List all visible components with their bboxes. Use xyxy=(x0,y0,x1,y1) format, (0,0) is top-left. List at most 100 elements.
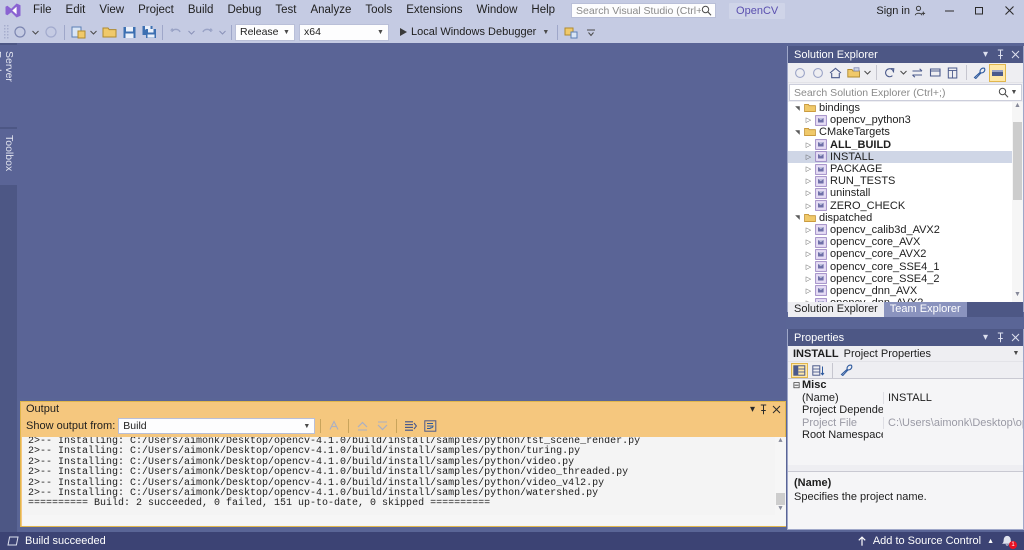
sidebar-item-server-explorer[interactable]: Server Explorer xyxy=(0,45,17,127)
chevron-right-icon[interactable]: ▷ xyxy=(803,177,814,185)
scroll-up-icon[interactable]: ▲ xyxy=(1012,102,1023,113)
tree-item[interactable]: ▷ ALL_BUILD xyxy=(788,139,1023,151)
property-row[interactable]: Root Namespace xyxy=(788,429,1023,442)
toolbar-grip-handle[interactable] xyxy=(2,24,10,40)
properties-window-icon[interactable] xyxy=(945,64,962,82)
show-all-files-dropdown-icon[interactable] xyxy=(863,64,872,82)
menu-item-test[interactable]: Test xyxy=(268,1,303,20)
chevron-right-icon[interactable]: ▷ xyxy=(803,165,814,173)
tree-item[interactable]: ◢ CMakeTargets xyxy=(788,126,1023,138)
new-project-button[interactable] xyxy=(68,22,88,42)
solution-configuration-combo[interactable]: Release ▼ xyxy=(235,23,295,41)
pin-icon[interactable] xyxy=(993,330,1008,346)
pin-icon[interactable] xyxy=(993,47,1008,63)
chevron-right-icon[interactable]: ▷ xyxy=(803,116,814,124)
property-value[interactable]: C:\Users\aimonk\Desktop\opencv-4.1 xyxy=(883,416,1023,429)
menu-item-build[interactable]: Build xyxy=(181,1,221,20)
notifications-button[interactable]: 1 xyxy=(1000,534,1017,549)
navigate-backward-button[interactable] xyxy=(10,22,30,42)
panel-menu-chevron-icon[interactable]: ▾ xyxy=(978,47,993,63)
quick-launch-search[interactable]: Search Visual Studio (Ctrl+Q) xyxy=(571,3,717,18)
chevron-right-icon[interactable]: ▷ xyxy=(803,238,814,246)
tree-item[interactable]: ▷ opencv_dnn_AVX xyxy=(788,285,1023,297)
sidebar-item-toolbox[interactable]: Toolbox xyxy=(0,129,17,185)
chevron-right-icon[interactable]: ▷ xyxy=(803,141,814,149)
tree-item[interactable]: ▷ PACKAGE xyxy=(788,163,1023,175)
redo-dropdown-icon[interactable] xyxy=(217,22,228,42)
attach-to-process-button[interactable] xyxy=(561,22,581,42)
chevron-down-icon[interactable]: ◢ xyxy=(794,127,801,138)
chevron-down-icon[interactable]: ◢ xyxy=(794,212,801,223)
scroll-up-icon[interactable]: ▲ xyxy=(775,437,786,448)
navigate-backward-dropdown-icon[interactable] xyxy=(30,22,41,42)
tree-item[interactable]: ▷ opencv_dnn_AVX2 xyxy=(788,297,1023,302)
solution-explorer-tree[interactable]: ◢ bindings ▷ opencv_python3 ◢ CMakeTargets ▷ AL… xyxy=(788,102,1023,302)
property-row[interactable]: (Name) INSTALL xyxy=(788,391,1023,405)
add-to-source-control-button[interactable]: Add to Source Control xyxy=(873,535,981,547)
toggle-word-wrap-icon[interactable] xyxy=(422,418,439,435)
scroll-down-icon[interactable]: ▼ xyxy=(775,505,786,516)
menu-item-tools[interactable]: Tools xyxy=(358,1,399,20)
chevron-right-icon[interactable]: ▷ xyxy=(803,202,814,210)
chevron-up-icon[interactable]: ▲ xyxy=(987,538,994,545)
output-horizontal-scrollbar[interactable] xyxy=(23,515,776,525)
wrench-icon[interactable] xyxy=(971,64,988,82)
chevron-down-icon[interactable]: ▼ xyxy=(1009,350,1023,357)
tree-item[interactable]: ▷ opencv_core_SSE4_2 xyxy=(788,273,1023,285)
chevron-right-icon[interactable]: ▷ xyxy=(803,153,814,161)
scrollbar-thumb[interactable] xyxy=(1013,122,1022,200)
back-icon[interactable] xyxy=(791,64,808,82)
undo-dropdown-icon[interactable] xyxy=(186,22,197,42)
tree-item[interactable]: ◢ dispatched xyxy=(788,212,1023,224)
forward-icon[interactable] xyxy=(809,64,826,82)
find-message-in-code-icon[interactable] xyxy=(326,418,343,435)
tab-team-explorer[interactable]: Team Explorer xyxy=(883,302,967,317)
scroll-down-icon[interactable]: ▼ xyxy=(1012,291,1023,302)
chevron-right-icon[interactable]: ▷ xyxy=(803,263,814,271)
view-code-icon[interactable] xyxy=(927,64,944,82)
chevron-right-icon[interactable]: ▷ xyxy=(803,250,814,258)
categorized-view-icon[interactable] xyxy=(791,362,808,378)
minimize-button[interactable] xyxy=(934,0,964,21)
show-all-files-icon[interactable] xyxy=(845,64,862,82)
close-button[interactable] xyxy=(994,0,1024,21)
tree-item[interactable]: ▷ RUN_TESTS xyxy=(788,175,1023,187)
search-options-chevron-icon[interactable]: ▼ xyxy=(1009,89,1019,96)
chevron-right-icon[interactable]: ▷ xyxy=(803,189,814,197)
tree-item[interactable]: ▷ opencv_python3 xyxy=(788,114,1023,126)
tree-item[interactable]: ▷ opencv_core_AVX2 xyxy=(788,248,1023,260)
solution-platform-combo[interactable]: x64 ▼ xyxy=(299,23,389,41)
properties-category-row[interactable]: ⊟ Misc xyxy=(788,379,1023,392)
new-project-dropdown-icon[interactable] xyxy=(88,22,99,42)
solution-explorer-search-input[interactable]: Search Solution Explorer (Ctrl+;) ▼ xyxy=(789,84,1022,101)
output-source-combo[interactable]: Build ▼ xyxy=(118,418,316,434)
tree-item[interactable]: ▷ uninstall xyxy=(788,187,1023,199)
menu-item-view[interactable]: View xyxy=(92,1,131,20)
chevron-right-icon[interactable]: ▷ xyxy=(803,287,814,295)
maximize-button[interactable] xyxy=(964,0,994,21)
undo-button[interactable] xyxy=(166,22,186,42)
menu-item-project[interactable]: Project xyxy=(131,1,181,20)
tree-item[interactable]: ▷ INSTALL xyxy=(788,150,1023,163)
refresh-dropdown-icon[interactable] xyxy=(899,64,908,82)
open-file-button[interactable] xyxy=(99,22,119,42)
close-icon[interactable] xyxy=(1008,47,1023,63)
solution-explorer-scrollbar[interactable]: ▲ ▼ xyxy=(1012,102,1023,302)
navigate-forward-button[interactable] xyxy=(41,22,61,42)
menu-item-file[interactable]: File xyxy=(26,1,59,20)
home-icon[interactable] xyxy=(827,64,844,82)
menu-item-help[interactable]: Help xyxy=(524,1,562,20)
save-button[interactable] xyxy=(119,22,139,42)
output-vertical-scrollbar[interactable]: ▲ ▼ xyxy=(775,437,786,526)
chevron-right-icon[interactable]: ▷ xyxy=(803,299,814,302)
panel-menu-chevron-icon[interactable]: ▾ xyxy=(746,404,759,415)
menu-item-analyze[interactable]: Analyze xyxy=(303,1,358,20)
tree-item[interactable]: ▷ opencv_core_SSE4_1 xyxy=(788,260,1023,273)
collapse-all-icon[interactable] xyxy=(909,64,926,82)
panel-menu-chevron-icon[interactable]: ▾ xyxy=(978,330,993,346)
property-row[interactable]: Project File C:\Users\aimonk\Desktop\open… xyxy=(788,416,1023,430)
chevron-right-icon[interactable]: ▷ xyxy=(803,275,814,283)
go-to-previous-message-icon[interactable] xyxy=(354,418,371,435)
alphabetical-view-icon[interactable] xyxy=(810,363,827,378)
tree-item[interactable]: ▷ ZERO_CHECK xyxy=(788,200,1023,212)
